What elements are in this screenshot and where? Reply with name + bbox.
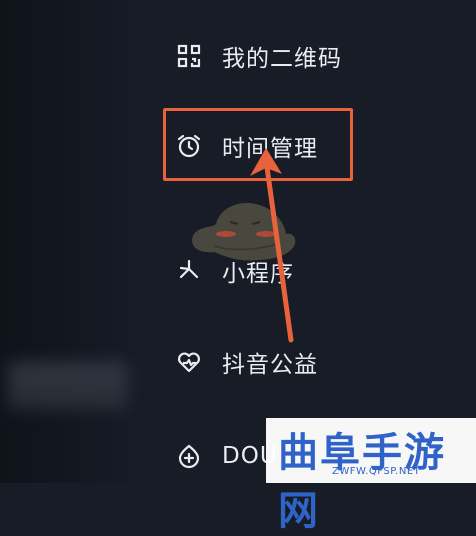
highlight-box [163, 108, 353, 181]
dou-plus-icon [176, 443, 202, 469]
qr-code-icon [176, 43, 202, 69]
menu-item-label: 我的二维码 [222, 46, 342, 72]
menu-item-qr-code[interactable]: 我的二维码 [176, 34, 342, 78]
blurred-content [8, 362, 128, 410]
menu-item-charity[interactable]: 抖音公益 [176, 340, 318, 384]
site-watermark: 曲阜手游网 ZWFW.QFSP.NET [266, 418, 476, 534]
heart-charity-icon [176, 349, 202, 375]
menu-item-label: 抖音公益 [222, 352, 318, 378]
mascot-watermark [192, 202, 296, 261]
dimmed-app-content [0, 0, 150, 483]
menu-item-dou[interactable]: DOU [176, 434, 278, 478]
watermark-url: ZWFW.QFSP.NET [332, 466, 421, 477]
watermark-title: 曲阜手游网 [278, 429, 446, 534]
